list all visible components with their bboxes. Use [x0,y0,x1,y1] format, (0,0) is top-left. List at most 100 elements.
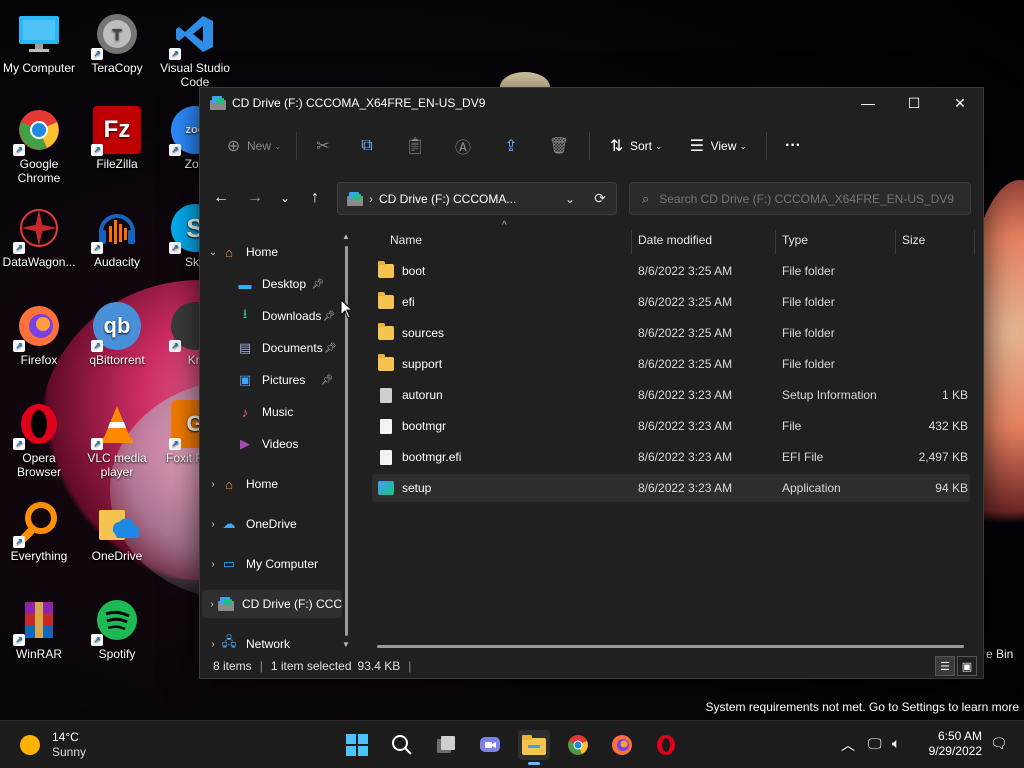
desktop-icon-google-chrome[interactable]: ↗ Google Chrome [0,106,78,185]
desktop-icon-opera[interactable]: ↗ Opera Browser [0,400,78,479]
title-bar[interactable]: CD Drive (F:) CCCOMA_X64FRE_EN-US_DV9 — … [200,88,983,118]
forward-button[interactable]: → [242,183,268,213]
file-row[interactable]: setup 8/6/2022 3:23 AM Application 94 KB [372,474,970,502]
cut-button[interactable]: ✂ [303,130,343,162]
network-icon: 🖧︎ [221,634,237,649]
firefox-taskbar-button[interactable] [606,730,638,760]
desktop-icon-winrar[interactable]: ↗ WinRAR [0,596,78,661]
clock[interactable]: 6:50 AM 9/29/2022 [918,729,982,759]
file-row[interactable]: sources 8/6/2022 3:25 AM File folder [372,319,970,347]
start-button[interactable] [341,730,373,760]
file-explorer-window[interactable]: CD Drive (F:) CCCOMA_X64FRE_EN-US_DV9 — … [199,87,984,679]
chat-button[interactable] [474,730,506,760]
back-button[interactable]: ← [208,183,234,213]
desktop-icon-my-computer[interactable]: My Computer [0,10,78,75]
horizontal-scrollbar[interactable] [377,645,964,648]
active-indicator [528,762,540,765]
nav-item-pictures[interactable]: ▣ Pictures 📌︎ [236,366,334,394]
folder-icon [522,735,546,755]
file-row[interactable]: bootmgr.efi 8/6/2022 3:23 AM EFI File 2,497… [372,443,970,471]
file-row[interactable]: bootmgr 8/6/2022 3:23 AM File 432 KB [372,412,970,440]
column-divider[interactable] [974,230,975,254]
task-view-button[interactable] [430,730,462,760]
nav-item-desktop[interactable]: ▬ Desktop 📌︎ [236,270,325,298]
network-tray-button[interactable]: 🖵︎ [868,735,882,752]
column-header-date[interactable]: Date modified [638,226,778,254]
column-header-size[interactable]: Size [902,226,972,254]
datawagon-icon: ↗ [13,204,63,254]
scroll-down-icon[interactable]: ▼ [342,640,350,649]
nav-pane-scrollbar[interactable]: ▲ ▼ [342,232,350,649]
desktop-icon-filezilla[interactable]: Fz ↗ FileZilla [78,106,156,171]
maximize-button[interactable]: ☐ [891,88,937,118]
close-button[interactable]: ✕ [937,88,983,118]
column-header-name[interactable]: Name [390,226,630,254]
address-bar[interactable]: › CD Drive (F:) CCCOMA... ⌄ ⟳ [337,182,617,215]
nav-item-my-computer[interactable]: › ▭ My Computer [206,550,318,578]
desktop-icon-audacity[interactable]: ↗ Audacity [78,204,156,269]
notifications-button[interactable]: 🗨︎ [990,735,1008,752]
volume-button[interactable]: 🔈︎ [892,735,900,752]
file-row[interactable]: efi 8/6/2022 3:25 AM File folder [372,288,970,316]
desktop-icon-vscode[interactable]: ↗ Visual Studio Code [156,10,234,89]
search-icon: ⌕ [642,190,650,206]
desktop-icon-firefox[interactable]: ↗ Firefox [0,302,78,367]
details-view-button[interactable]: ☰ [935,656,955,676]
file-row[interactable]: autorun 8/6/2022 3:23 AM Setup Information… [372,381,970,409]
file-explorer-taskbar-button[interactable] [518,730,550,765]
desktop-icon-vlc[interactable]: ↗ VLC media player [78,400,156,479]
nav-item-home-2[interactable]: › ⌂ Home [206,470,278,498]
tiles-view-button[interactable]: ▣ [957,656,977,676]
column-divider[interactable] [895,230,896,254]
nav-item-music[interactable]: ♪ Music [236,398,294,426]
desktop-icon-spotify[interactable]: ↗ Spotify [78,596,156,661]
search-button[interactable] [386,730,418,760]
breadcrumb[interactable]: CD Drive (F:) CCCOMA... [379,192,556,206]
refresh-icon[interactable]: ⟳ [584,190,616,207]
address-dropdown-icon[interactable]: ⌄ [556,192,584,206]
search-box[interactable]: ⌕ [629,182,971,215]
more-options-button[interactable]: ··· [773,130,813,162]
recent-locations-button[interactable]: ⌄ [272,183,298,213]
minimize-button[interactable]: — [845,88,891,118]
column-divider[interactable] [775,230,776,254]
cd-drive-icon [218,596,234,612]
chrome-taskbar-button[interactable] [562,730,594,760]
nav-item-cd-drive[interactable]: › CD Drive (F:) CCC [202,590,342,618]
view-toggle: ☰ ▣ [935,656,977,676]
desktop-icon-teracopy[interactable]: T ↗ TeraCopy [78,10,156,75]
nav-item-onedrive[interactable]: › ☁ OneDrive [206,510,296,538]
scroll-up-icon[interactable]: ▲ [342,232,350,241]
nav-item-home[interactable]: ⌄ ⌂ Home [206,238,346,266]
opera-taskbar-button[interactable] [650,730,682,760]
desktop-icon-qbittorrent[interactable]: qb ↗ qBittorrent [78,302,156,367]
file-size-cell: 432 KB [928,419,968,433]
nav-item-network[interactable]: › 🖧︎ Network [206,630,290,653]
file-row[interactable]: boot 8/6/2022 3:25 AM File folder [372,257,970,285]
desktop-icon-onedrive[interactable]: OneDrive [78,498,156,563]
new-button[interactable]: ⊕ New ⌄ [218,130,290,162]
search-input[interactable] [659,191,960,206]
column-header-type[interactable]: Type [782,226,892,254]
view-button[interactable]: ☰ View ⌄ [676,130,760,162]
desktop-icon-datawagon[interactable]: ↗ DataWagon... [0,204,78,269]
share-button[interactable]: ⇪ [487,130,535,162]
paste-button[interactable]: 📋︎ [391,130,439,162]
onedrive-folder-icon [93,498,141,546]
nav-item-documents[interactable]: ▤ Documents 📌︎ [236,334,337,362]
weather-widget[interactable]: 14°C Sunny [20,730,86,760]
column-divider[interactable] [631,230,632,254]
recycle-bin-label[interactable]: e Bin [986,647,1013,661]
nav-item-downloads[interactable]: ⭳ Downloads 📌︎ [236,302,336,330]
rename-button[interactable]: Ⓐ [439,130,487,162]
copy-button[interactable]: ⧉ [343,130,391,162]
delete-button[interactable]: 🗑︎ [535,130,583,162]
show-hidden-icons-button[interactable]: ︿ [841,735,855,755]
file-row[interactable]: support 8/6/2022 3:25 AM File folder [372,350,970,378]
nav-item-videos[interactable]: ▶ Videos [236,430,298,458]
desktop-icon-everything[interactable]: ↗ Everything [0,498,78,563]
sun-icon [20,735,40,755]
task-view-icon [437,736,455,753]
sort-button[interactable]: ⇅ Sort ⌄ [596,130,676,162]
up-button[interactable]: ↑ [302,183,328,213]
